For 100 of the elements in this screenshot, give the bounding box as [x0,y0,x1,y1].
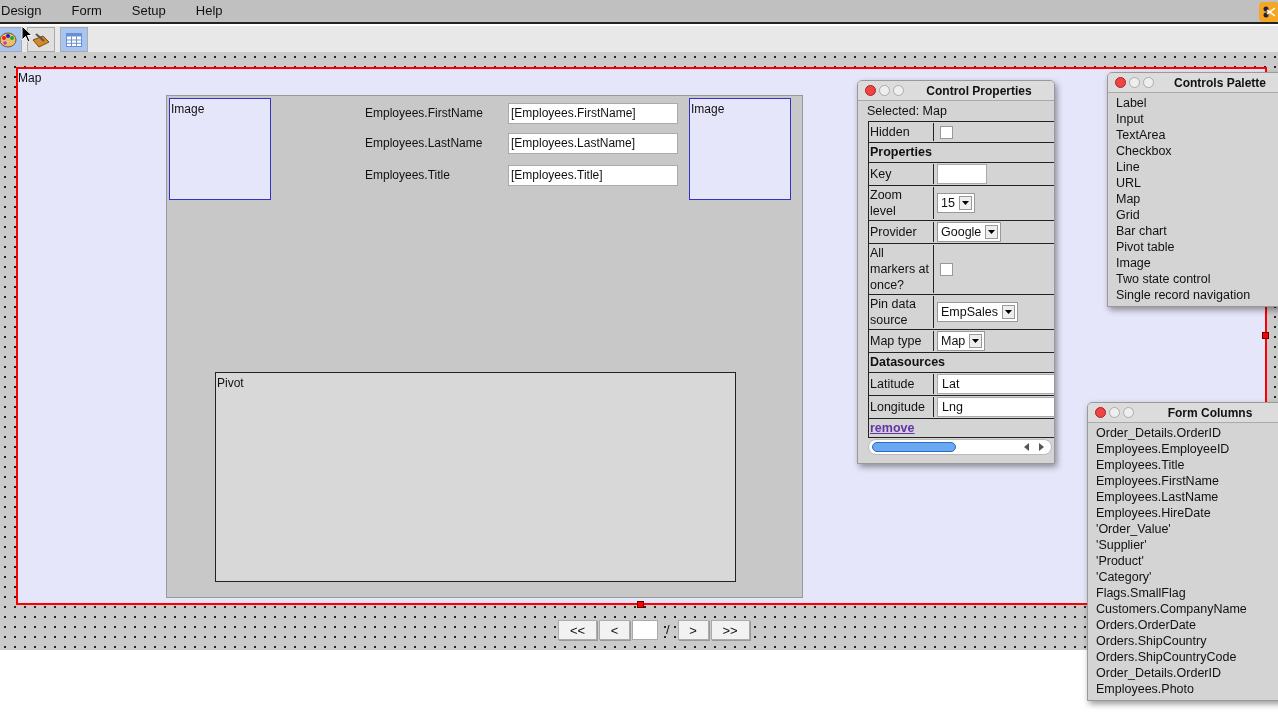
list-item[interactable]: Employees.FirstName [1096,473,1278,489]
window-title: Control Properties [925,82,1033,100]
list-item[interactable]: Employees.Photo [1096,681,1278,697]
list-item[interactable]: Pivot table [1116,239,1278,255]
scrollbar[interactable] [868,439,1052,455]
input-field[interactable]: [Employees.Title] [508,165,678,186]
input-field[interactable]: Lat [937,374,1054,394]
list-item[interactable]: Employees.LastName [1096,489,1278,505]
field-label: Employees.Title [365,167,450,184]
tools-icon[interactable] [1259,2,1278,22]
list-item[interactable]: 'Supplier' [1096,537,1278,553]
caret-icon [969,334,983,348]
list-item[interactable]: Employees.HireDate [1096,505,1278,521]
input-field[interactable]: [Employees.FirstName] [508,103,678,124]
nav-button[interactable]: < [599,620,630,640]
toolbox-icon [31,30,51,49]
menu-item[interactable]: Setup [131,1,166,21]
input-field[interactable] [937,164,987,184]
window-title: Controls Palette [1173,74,1267,92]
input-field[interactable]: Lng [937,397,1054,417]
property-label: Latitude [869,376,916,392]
list-item[interactable]: URL [1116,175,1278,191]
list-item[interactable]: Grid [1116,207,1278,223]
selection-label: Selected: Map [866,103,948,120]
property-label: Key [869,166,893,182]
zoom-icon[interactable] [1123,407,1134,418]
image-control[interactable]: Image [169,98,271,200]
nav-button[interactable]: >> [710,620,750,640]
toolbar-button[interactable] [0,27,22,52]
field-label: Employees.LastName [365,135,483,152]
property-label: Pin data source [869,296,917,328]
list-item[interactable]: 'Product' [1096,553,1278,569]
cursor-icon [21,25,33,43]
list-item[interactable]: Order_Details.OrderID [1096,665,1278,681]
dropdown[interactable]: 15 [937,193,975,213]
list-item[interactable]: Map [1116,191,1278,207]
checkbox[interactable] [940,262,953,276]
menu-item[interactable]: Help [195,1,223,21]
property-label: Longitude [869,399,926,415]
list-item[interactable]: TextArea [1116,127,1278,143]
dropdown[interactable]: Google [937,222,1002,242]
nav-button[interactable]: > [677,620,709,640]
pivot-control[interactable]: Pivot [215,372,736,582]
table-icon [66,32,82,47]
property-label: Zoom level [869,187,903,219]
list-item[interactable]: Employees.Title [1096,457,1278,473]
property-label: Map type [869,333,923,349]
list-item[interactable]: Order_Details.OrderID [1096,425,1278,441]
control-label: Image [691,101,725,118]
list-item[interactable]: Two state control [1116,271,1278,287]
section-header: Datasources [869,354,946,372]
checkbox[interactable] [940,125,953,139]
zoom-icon[interactable] [893,85,904,96]
list-item[interactable]: Customers.CompanyName [1096,601,1278,617]
list-item[interactable]: Orders.OrderDate [1096,617,1278,633]
close-icon[interactable] [1095,407,1106,418]
list-item[interactable]: Orders.ShipCountry [1096,633,1278,649]
list-item[interactable]: Flags.SmallFlag [1096,585,1278,601]
menu-item[interactable]: Design [1,1,42,21]
list-item[interactable]: Employees.EmployeeID [1096,441,1278,457]
menu-item[interactable]: Form [71,1,102,21]
control-label: Pivot [217,375,244,392]
dropdown[interactable]: EmpSales [937,302,1018,322]
list-item[interactable]: Label [1116,95,1278,111]
resize-handle[interactable] [637,601,644,608]
scroll-thumb[interactable] [872,442,956,452]
toolbar-button[interactable] [60,27,88,52]
list-item[interactable]: Bar chart [1116,223,1278,239]
remove-link[interactable]: remove [869,418,915,438]
page-field[interactable] [632,620,658,640]
list-item[interactable]: Orders.ShipCountryCode [1096,649,1278,665]
palette-icon [0,30,17,49]
list-item[interactable]: 'Order_Value' [1096,521,1278,537]
zoom-icon[interactable] [1143,77,1154,88]
input-field[interactable]: [Employees.LastName] [508,133,678,154]
list-item[interactable]: Line [1116,159,1278,175]
dropdown[interactable]: Map [937,331,986,351]
control-label: Map [18,70,42,87]
field-label: Employees.FirstName [365,105,484,122]
caret-icon [958,196,972,210]
list-item[interactable]: Image [1116,255,1278,271]
toolbar-button[interactable] [27,27,55,52]
resize-handle[interactable] [1262,332,1269,339]
window-title: Form Columns [1166,404,1254,422]
image-control[interactable]: Image [689,98,791,200]
control-label: Image [171,101,205,118]
separator-text: / [665,621,671,639]
close-icon[interactable] [865,85,876,96]
property-label: All markers at once? [869,245,931,293]
list-item[interactable]: Checkbox [1116,143,1278,159]
close-icon[interactable] [1115,77,1126,88]
property-label: Provider [869,224,918,240]
property-label: Hidden [869,124,911,140]
nav-button[interactable]: << [558,620,597,640]
section-header: Properties [869,144,932,162]
list-item[interactable]: Single record navigation [1116,287,1278,303]
list-item[interactable]: Input [1116,111,1278,127]
list-item[interactable]: 'Category' [1096,569,1278,585]
scroll-arrows-icon[interactable] [1023,443,1045,451]
caret-icon [1002,305,1015,319]
